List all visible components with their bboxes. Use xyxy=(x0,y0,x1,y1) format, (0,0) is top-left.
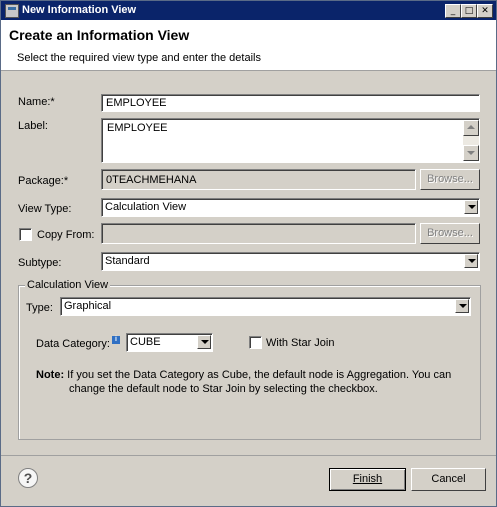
view-type-value: Calculation View xyxy=(105,201,187,213)
star-join-label: With Star Join xyxy=(266,337,335,349)
page-subtitle: Select the required view type and enter … xyxy=(17,52,261,64)
type-value: Graphical xyxy=(64,300,112,312)
copy-from-label: Copy From: xyxy=(37,229,95,241)
title-bar[interactable]: New Information View _ □ ✕ xyxy=(1,1,496,20)
note-text: Note: If you set the Data Category as Cu… xyxy=(36,368,468,396)
chevron-down-icon[interactable] xyxy=(197,335,211,349)
wizard-header: Create an Information View Select the re… xyxy=(1,20,496,71)
package-input[interactable]: 0TEACHMEHANA xyxy=(101,169,416,190)
subtype-select[interactable]: Standard xyxy=(101,252,480,271)
finish-label: Finish xyxy=(352,473,383,485)
note-line-1: If you set the Data Category as Cube, th… xyxy=(67,369,452,381)
copy-from-checkbox[interactable] xyxy=(19,228,32,241)
calculation-view-legend: Calculation View xyxy=(25,279,111,291)
app-icon xyxy=(5,4,19,18)
view-type-select[interactable]: Calculation View xyxy=(101,198,480,217)
cancel-button[interactable]: Cancel xyxy=(411,468,486,491)
label-text: EMPLOYEE xyxy=(107,122,168,134)
scroll-down-icon[interactable] xyxy=(463,145,479,161)
package-label: Package:* xyxy=(18,175,69,187)
note-label: Note: xyxy=(36,369,65,381)
close-button[interactable]: ✕ xyxy=(477,4,493,18)
footer-separator xyxy=(1,455,496,456)
name-input[interactable]: EMPLOYEE xyxy=(101,94,480,112)
name-label: Name:* xyxy=(18,96,55,108)
label-label: Label: xyxy=(18,120,48,132)
scroll-up-icon[interactable] xyxy=(463,120,479,136)
star-join-checkbox[interactable] xyxy=(249,336,262,349)
chevron-down-icon[interactable] xyxy=(464,200,478,214)
type-select[interactable]: Graphical xyxy=(60,297,471,316)
maximize-button[interactable]: □ xyxy=(461,4,477,18)
chevron-down-icon[interactable] xyxy=(455,299,469,313)
info-icon: i xyxy=(112,336,120,344)
data-category-label: Data Category: xyxy=(36,338,110,350)
package-browse-button[interactable]: Browse... xyxy=(420,169,480,190)
chevron-down-icon[interactable] xyxy=(464,254,478,268)
view-type-label: View Type: xyxy=(18,203,72,215)
finish-button[interactable]: Finish xyxy=(329,468,406,491)
copy-from-browse-button[interactable]: Browse... xyxy=(420,223,480,244)
subtype-label: Subtype: xyxy=(18,257,62,269)
dialog-window: New Information View _ □ ✕ Create an Inf… xyxy=(0,0,497,507)
minimize-button[interactable]: _ xyxy=(445,4,461,18)
label-scrollbar[interactable] xyxy=(463,120,479,161)
data-category-select[interactable]: CUBE xyxy=(126,333,213,352)
data-category-value: CUBE xyxy=(130,336,161,348)
page-title: Create an Information View xyxy=(9,27,190,43)
copy-from-input[interactable] xyxy=(101,223,416,244)
type-label: Type: xyxy=(26,302,53,314)
help-icon[interactable]: ? xyxy=(18,468,38,488)
subtype-value: Standard xyxy=(105,255,150,267)
window-title: New Information View xyxy=(22,4,137,16)
note-line-2: change the default node to Star Join by … xyxy=(69,383,378,395)
label-textarea[interactable]: EMPLOYEE xyxy=(101,118,480,163)
